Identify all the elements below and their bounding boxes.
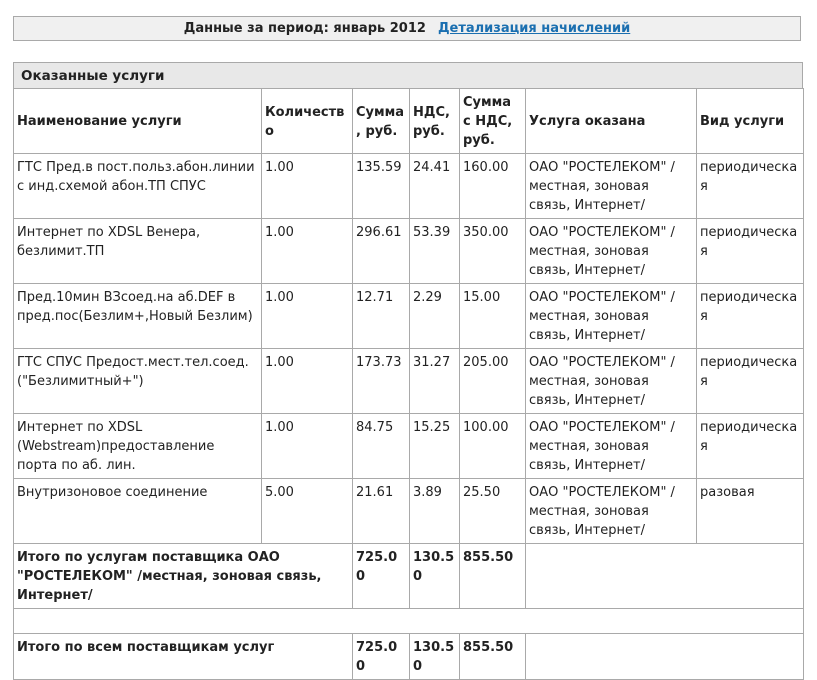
cell-provider: ОАО "РОСТЕЛЕКОМ" /местная, зоновая связь…	[525, 218, 697, 284]
cell-vat: 53.39	[409, 218, 460, 284]
provider-total-row: Итого по услугам поставщика ОАО "РОСТЕЛЕ…	[13, 543, 804, 609]
cell-kind: периодическая	[696, 348, 804, 414]
cell-sum: 173.73	[352, 348, 410, 414]
grand-total-empty	[525, 633, 804, 680]
cell-qty: 5.00	[261, 478, 353, 544]
section-title: Оказанные услуги	[13, 62, 803, 88]
cell-name: Интернет по XDSL (Webstream)предоставлен…	[13, 413, 262, 479]
table-header-row: Наименование услуги Количество Сумма, ру…	[13, 88, 804, 154]
grand-total-sum: 725.00	[352, 633, 410, 680]
services-section: Оказанные услуги Наименование услуги Кол…	[13, 62, 804, 680]
spacer-row	[13, 608, 804, 634]
table-row: ГТС СПУС Предост.мест.тел.соед. ("Безлим…	[13, 348, 804, 414]
grand-total-label: Итого по всем поставщикам услуг	[13, 633, 353, 680]
services-table: Наименование услуги Количество Сумма, ру…	[13, 88, 804, 680]
cell-qty: 1.00	[261, 348, 353, 414]
col-header-name: Наименование услуги	[13, 88, 262, 154]
cell-total: 100.00	[459, 413, 526, 479]
period-label: Данные за период: январь 2012	[183, 21, 426, 36]
table-row: Интернет по XDSL Венера, безлимит.ТП 1.0…	[13, 218, 804, 284]
provider-total-empty	[525, 543, 804, 609]
cell-qty: 1.00	[261, 413, 353, 479]
cell-provider: ОАО "РОСТЕЛЕКОМ" /местная, зоновая связь…	[525, 283, 697, 349]
cell-provider: ОАО "РОСТЕЛЕКОМ" /местная, зоновая связь…	[525, 413, 697, 479]
cell-sum: 135.59	[352, 153, 410, 219]
cell-provider: ОАО "РОСТЕЛЕКОМ" /местная, зоновая связь…	[525, 153, 697, 219]
cell-kind: разовая	[696, 478, 804, 544]
table-row: Внутризоновое соединение 5.00 21.61 3.89…	[13, 478, 804, 544]
cell-qty: 1.00	[261, 218, 353, 284]
cell-name: ГТС Пред.в пост.польз.абон.линии с инд.с…	[13, 153, 262, 219]
grand-total-total: 855.50	[459, 633, 526, 680]
cell-qty: 1.00	[261, 153, 353, 219]
details-link[interactable]: Детализация начислений	[438, 21, 630, 36]
cell-sum: 21.61	[352, 478, 410, 544]
cell-qty: 1.00	[261, 283, 353, 349]
col-header-total: Сумма с НДС, руб.	[459, 88, 526, 154]
cell-name: Внутризоновое соединение	[13, 478, 262, 544]
cell-kind: периодическая	[696, 218, 804, 284]
cell-name: Интернет по XDSL Венера, безлимит.ТП	[13, 218, 262, 284]
cell-provider: ОАО "РОСТЕЛЕКОМ" /местная, зоновая связь…	[525, 478, 697, 544]
col-header-sum: Сумма, руб.	[352, 88, 410, 154]
provider-total-vat: 130.50	[409, 543, 460, 609]
cell-kind: периодическая	[696, 413, 804, 479]
grand-total-vat: 130.50	[409, 633, 460, 680]
table-row: ГТС Пред.в пост.польз.абон.линии с инд.с…	[13, 153, 804, 219]
cell-kind: периодическая	[696, 153, 804, 219]
col-header-qty: Количество	[261, 88, 353, 154]
cell-name: ГТС СПУС Предост.мест.тел.соед. ("Безлим…	[13, 348, 262, 414]
cell-vat: 24.41	[409, 153, 460, 219]
cell-total: 15.00	[459, 283, 526, 349]
grand-total-row: Итого по всем поставщикам услуг 725.00 1…	[13, 633, 804, 680]
col-header-vat: НДС, руб.	[409, 88, 460, 154]
cell-total: 205.00	[459, 348, 526, 414]
provider-total-sum: 725.00	[352, 543, 410, 609]
col-header-kind: Вид услуги	[696, 88, 804, 154]
cell-vat: 31.27	[409, 348, 460, 414]
cell-total: 350.00	[459, 218, 526, 284]
provider-total-total: 855.50	[459, 543, 526, 609]
cell-total: 160.00	[459, 153, 526, 219]
provider-total-label: Итого по услугам поставщика ОАО "РОСТЕЛЕ…	[13, 543, 353, 609]
spacer-cell	[13, 608, 804, 634]
cell-sum: 84.75	[352, 413, 410, 479]
cell-vat: 3.89	[409, 478, 460, 544]
cell-vat: 15.25	[409, 413, 460, 479]
col-header-provider: Услуга оказана	[525, 88, 697, 154]
cell-provider: ОАО "РОСТЕЛЕКОМ" /местная, зоновая связь…	[525, 348, 697, 414]
cell-sum: 12.71	[352, 283, 410, 349]
table-row: Интернет по XDSL (Webstream)предоставлен…	[13, 413, 804, 479]
cell-total: 25.50	[459, 478, 526, 544]
cell-name: Пред.10мин ВЗсоед.на аб.DEF в пред.пос(Б…	[13, 283, 262, 349]
table-row: Пред.10мин ВЗсоед.на аб.DEF в пред.пос(Б…	[13, 283, 804, 349]
period-bar: Данные за период: январь 2012 Детализаци…	[13, 16, 801, 41]
cell-kind: периодическая	[696, 283, 804, 349]
cell-vat: 2.29	[409, 283, 460, 349]
cell-sum: 296.61	[352, 218, 410, 284]
